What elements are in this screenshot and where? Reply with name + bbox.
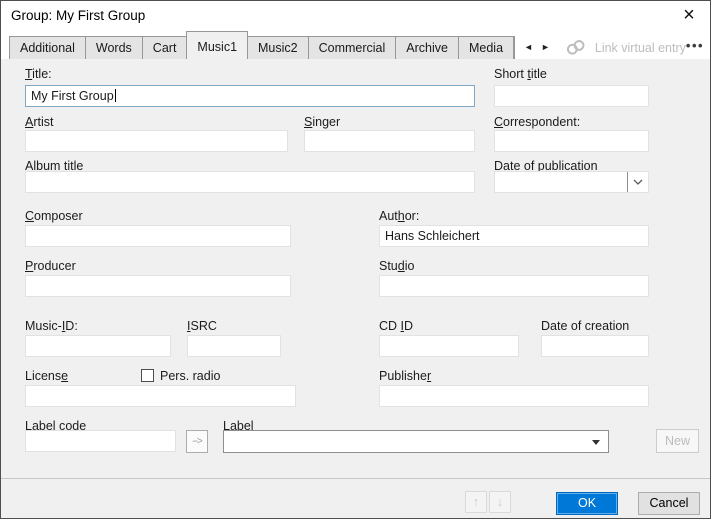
album-title-input[interactable]: [25, 171, 475, 193]
date-creation-label: Date of creation: [541, 319, 629, 333]
cd-id-input[interactable]: [379, 335, 519, 357]
author-label: Author:: [379, 209, 419, 223]
license-label: License: [25, 369, 68, 383]
license-input[interactable]: [25, 385, 296, 407]
singer-label: Singer: [304, 115, 340, 129]
tab-archive[interactable]: Archive: [396, 36, 459, 59]
publisher-input[interactable]: [379, 385, 649, 407]
new-button[interactable]: New: [656, 429, 699, 453]
link-virtual-entry-button[interactable]: Link virtual entry: [564, 36, 686, 59]
artist-input[interactable]: [25, 130, 288, 152]
producer-label: Producer: [25, 259, 76, 273]
isrc-label: ISRC: [187, 319, 217, 333]
tab-media[interactable]: Media: [459, 36, 514, 59]
transfer-label-code-button[interactable]: -->: [186, 430, 208, 453]
composer-input[interactable]: [25, 225, 291, 247]
singer-input[interactable]: [304, 130, 475, 152]
author-input[interactable]: Hans Schleichert: [379, 225, 649, 247]
tab-additional[interactable]: Additional: [9, 36, 86, 59]
tab-scroll-buttons: ◄ ►: [520, 36, 554, 59]
tab-bar: Additional Words Cart Music1 Music2 Comm…: [1, 31, 710, 59]
correspondent-input[interactable]: [494, 130, 649, 152]
cancel-button[interactable]: Cancel: [638, 492, 700, 515]
tab-commercial[interactable]: Commercial: [309, 36, 397, 59]
correspondent-label: Correspondent:: [494, 115, 580, 129]
isrc-input[interactable]: [187, 335, 281, 357]
date-publication-dropdown-button[interactable]: [627, 171, 649, 193]
close-button[interactable]: ×: [672, 1, 706, 31]
dropdown-arrow-icon: [592, 440, 600, 445]
producer-input[interactable]: [25, 275, 291, 297]
more-options-button[interactable]: •••: [686, 34, 704, 57]
ok-button[interactable]: OK: [556, 492, 618, 515]
ellipsis-icon: •••: [686, 38, 704, 53]
text-cursor: [115, 89, 116, 102]
tab-music2[interactable]: Music2: [248, 36, 309, 59]
studio-label: Studio: [379, 259, 414, 273]
pers-radio-label: Pers. radio: [160, 369, 220, 383]
pers-radio-checkbox[interactable]: [141, 369, 154, 382]
artist-label: Artist: [25, 115, 53, 129]
arrow-up-icon: ↑: [473, 494, 480, 509]
title-bar: Group: My First Group ×: [1, 1, 710, 31]
composer-label: Composer: [25, 209, 83, 223]
chevron-right-icon: ►: [541, 42, 550, 52]
short-title-input[interactable]: [494, 85, 649, 107]
group-properties-dialog: Group: My First Group × Additional Words…: [0, 0, 711, 519]
date-creation-input[interactable]: [541, 335, 649, 357]
chevron-left-icon: ◄: [524, 42, 533, 52]
link-virtual-entry-label: Link virtual entry: [595, 41, 686, 55]
short-title-label: Short title: [494, 67, 547, 81]
publisher-label: Publisher: [379, 369, 431, 383]
music-id-label: Music-ID:: [25, 319, 78, 333]
tab-page-music1: Title: My First Group Short title Artist…: [1, 59, 710, 478]
window-title: Group: My First Group: [11, 8, 145, 23]
close-icon: ×: [683, 4, 695, 26]
chevron-down-icon: [633, 179, 643, 185]
title-label: Title:: [25, 67, 52, 81]
studio-input[interactable]: [379, 275, 649, 297]
title-input[interactable]: My First Group: [25, 85, 475, 107]
tab-cart[interactable]: Cart: [143, 36, 188, 59]
button-bar: ↑ ↓ OK Cancel: [1, 478, 710, 518]
move-down-button[interactable]: ↓: [489, 491, 511, 513]
cd-id-label: CD ID: [379, 319, 413, 333]
tab-music1[interactable]: Music1: [186, 31, 248, 59]
move-up-button[interactable]: ↑: [465, 491, 487, 513]
tab-scroll-right-button[interactable]: ►: [537, 40, 554, 55]
chain-link-icon: [564, 40, 588, 55]
label-code-input[interactable]: [25, 430, 176, 452]
music-id-input[interactable]: [25, 335, 171, 357]
date-publication-input[interactable]: [494, 171, 649, 193]
tab-partial[interactable]: [514, 36, 515, 59]
arrow-down-icon: ↓: [497, 494, 504, 509]
tab-scroll-left-button[interactable]: ◄: [520, 40, 537, 55]
label-combobox[interactable]: [223, 430, 609, 453]
tab-words[interactable]: Words: [86, 36, 143, 59]
